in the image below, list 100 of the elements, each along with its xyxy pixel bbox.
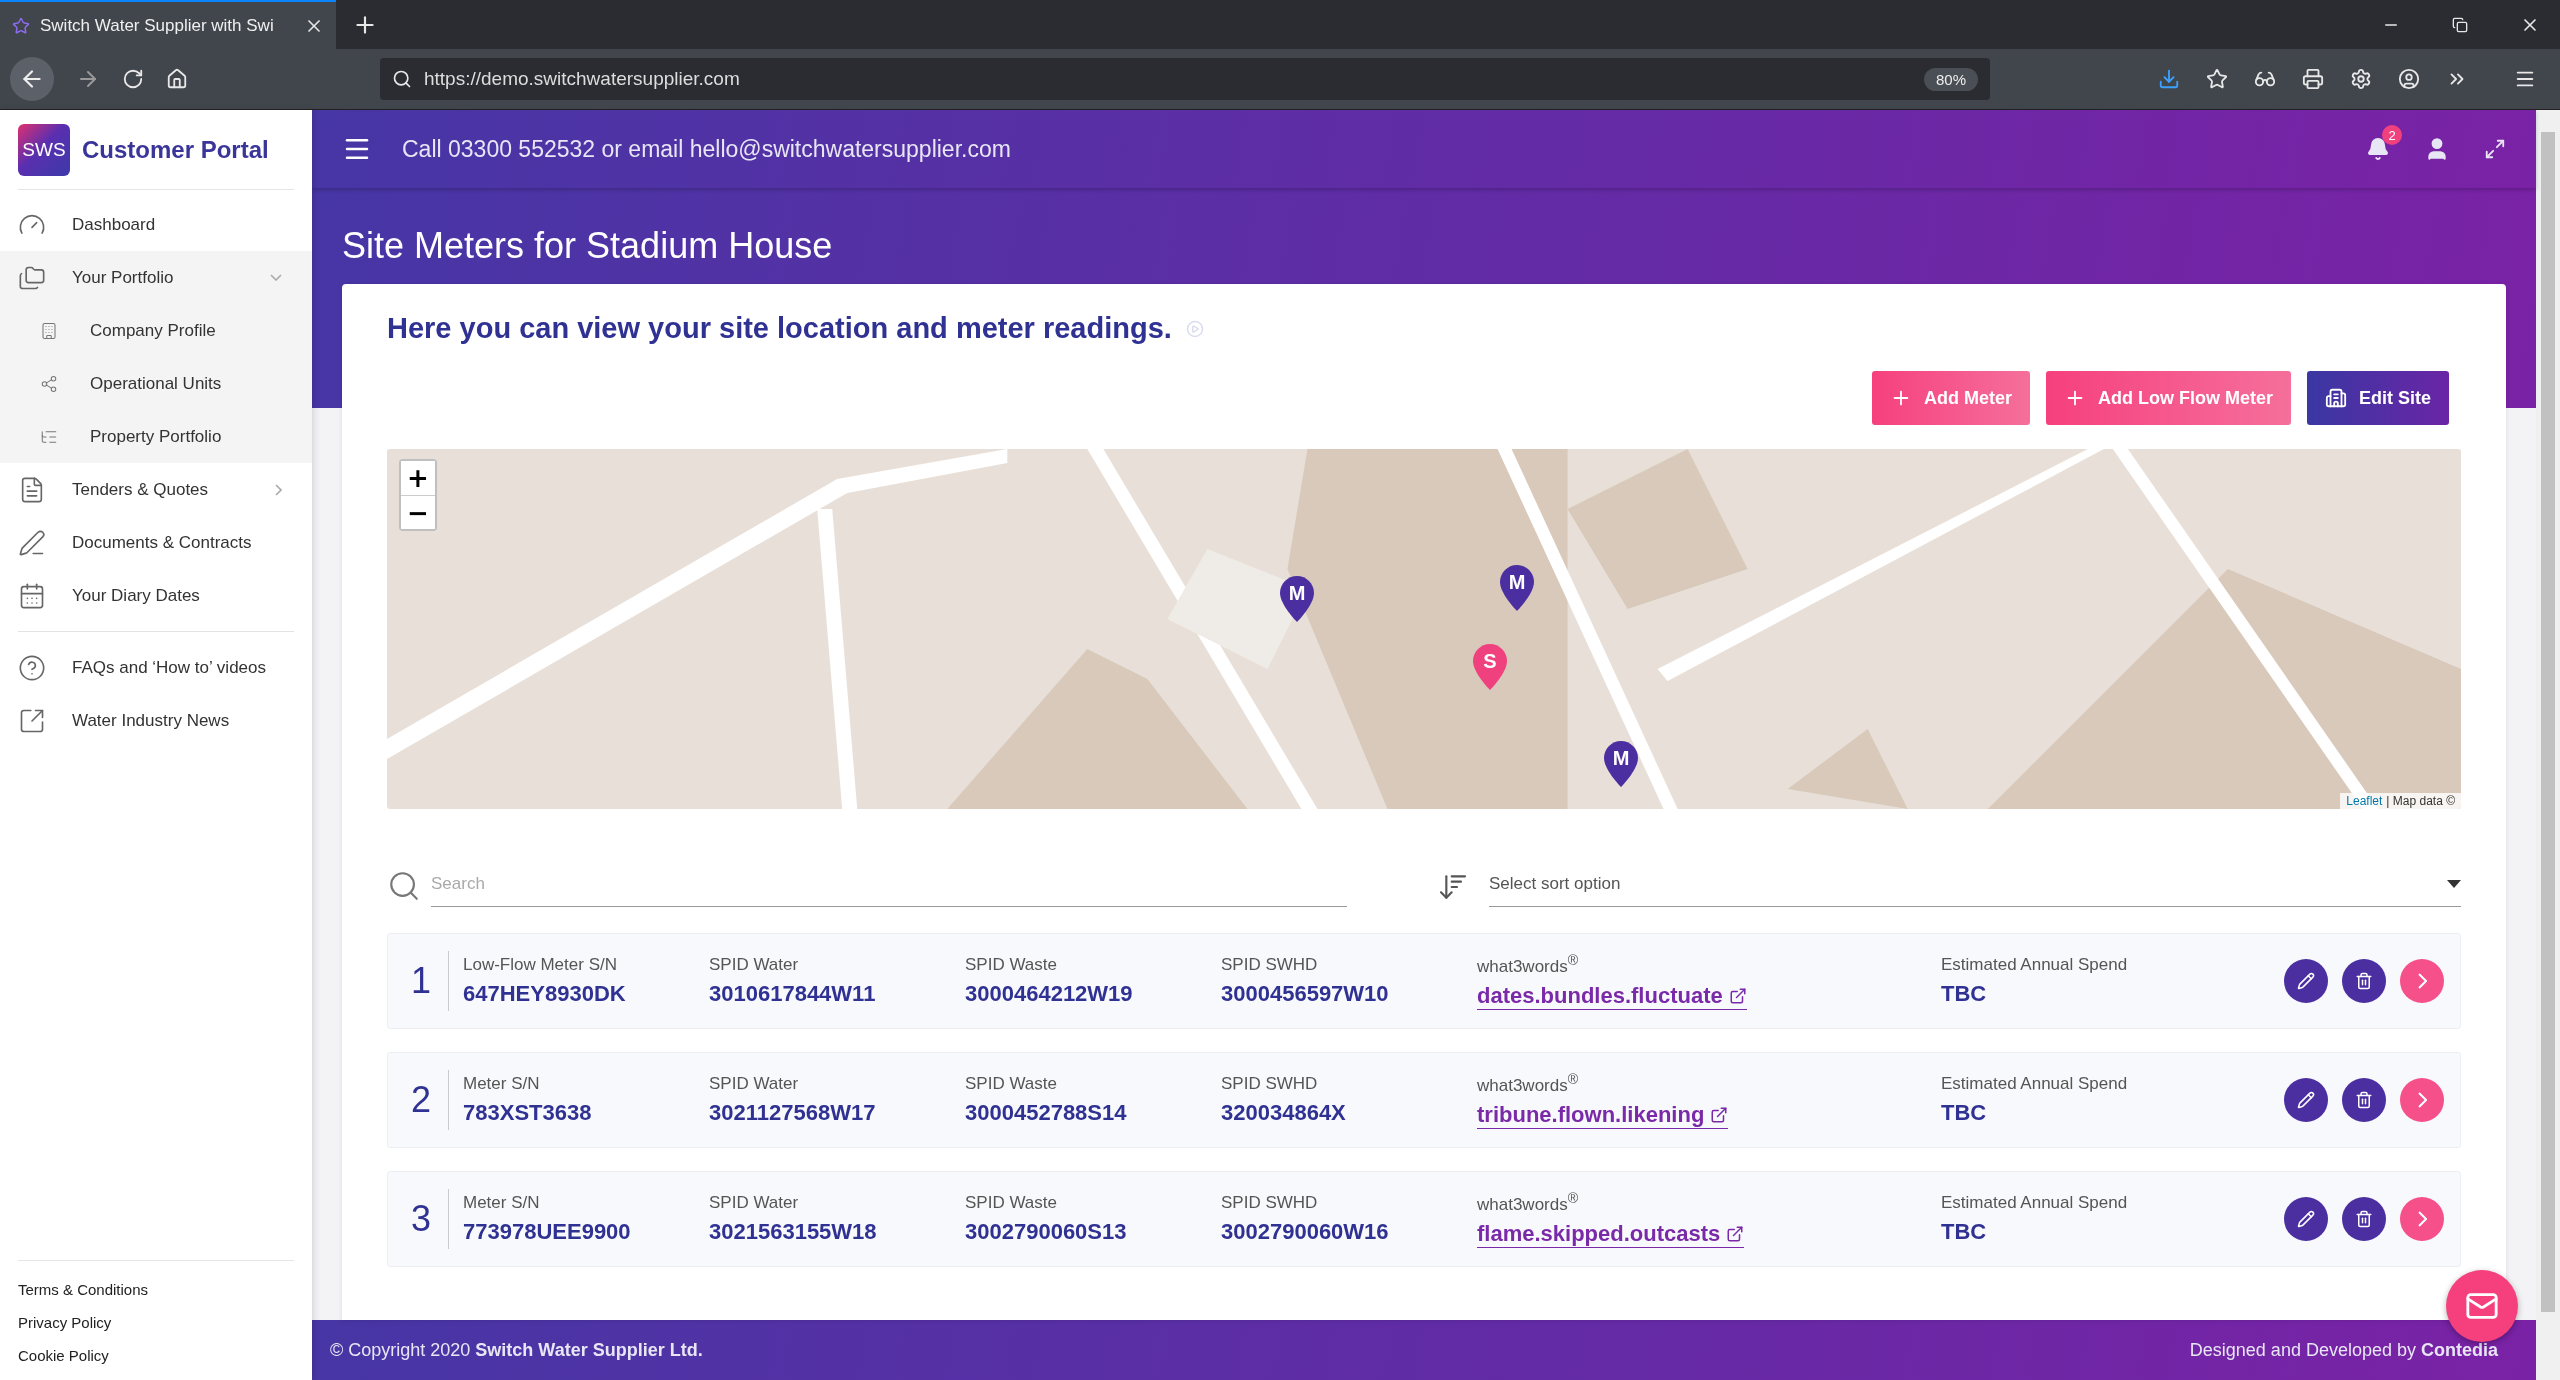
- brand-name: Customer Portal: [82, 135, 269, 164]
- field-label: what3words$^{®}$: [1477, 1071, 1579, 1096]
- map-pin[interactable]: S: [1473, 644, 1508, 691]
- sidebar-subitem[interactable]: Operational Units: [0, 357, 312, 410]
- chevron-right-icon: [2417, 1211, 2427, 1227]
- expand-icon[interactable]: [2484, 138, 2506, 160]
- notification-count: 2: [2382, 125, 2402, 145]
- sidebar-item[interactable]: Dashboard: [0, 198, 312, 251]
- field-label: Estimated Annual Spend: [1941, 1193, 2128, 1213]
- field-label: Meter S/N: [463, 1074, 540, 1094]
- trash-icon: [2355, 1210, 2373, 1228]
- url-text: https://demo.switchwatersupplier.com: [424, 68, 741, 90]
- row-number: 1: [410, 960, 432, 1002]
- field-value: 3021563155W18: [709, 1219, 877, 1245]
- attribution-link[interactable]: Leaflet: [2346, 794, 2383, 808]
- sidebar-item[interactable]: Tenders & Quotes: [0, 463, 312, 516]
- field-label: SPID SWHD: [1221, 1074, 1318, 1094]
- sidebar-item[interactable]: FAQs and ‘How to’ videos: [0, 641, 312, 694]
- row-number: 2: [410, 1079, 432, 1121]
- star-icon[interactable]: [2206, 68, 2228, 90]
- delete-button[interactable]: [2342, 959, 2386, 1003]
- home-icon[interactable]: [166, 68, 188, 90]
- field-value: TBC: [1941, 1100, 1987, 1126]
- browser-tab[interactable]: Switch Water Supplier with Swi: [0, 0, 336, 49]
- page-title: Site Meters for Stadium House: [342, 224, 834, 268]
- field-value: 320034864X: [1221, 1100, 1346, 1126]
- field-label: SPID Waste: [965, 1193, 1057, 1213]
- map-pin[interactable]: M: [1280, 575, 1315, 622]
- printer-icon[interactable]: [2302, 68, 2324, 90]
- zoom-out-button[interactable]: −: [401, 495, 435, 529]
- field-value: 647HEY8930DK: [463, 981, 626, 1007]
- field-value: TBC: [1941, 1219, 1987, 1245]
- footer-link[interactable]: Privacy Policy: [18, 1314, 294, 1331]
- field-value: 773978UEE9900: [463, 1219, 631, 1245]
- edit-button[interactable]: [2284, 1078, 2328, 1122]
- sidebar-item[interactable]: Your Diary Dates: [0, 569, 312, 622]
- search-icon: [387, 869, 421, 903]
- field-label: Meter S/N: [463, 1193, 540, 1213]
- field-label: SPID Waste: [965, 1074, 1057, 1094]
- building-icon: [2325, 387, 2347, 409]
- field-label: what3words$^{®}$: [1477, 1190, 1579, 1215]
- field-value: 3000456597W10: [1221, 981, 1389, 1007]
- what3words-link[interactable]: flame.skipped.outcasts: [1477, 1220, 1745, 1248]
- address-bar[interactable]: https://demo.switchwatersupplier.com 80%: [380, 58, 1990, 100]
- edit-button[interactable]: [2284, 1197, 2328, 1241]
- settings-icon[interactable]: [2350, 68, 2372, 90]
- back-button[interactable]: [10, 57, 54, 101]
- what3words-link[interactable]: dates.bundles.fluctuate: [1477, 982, 1747, 1010]
- restore-icon[interactable]: [2452, 16, 2468, 33]
- delete-button[interactable]: [2342, 1078, 2386, 1122]
- footer-link[interactable]: Cookie Policy: [18, 1347, 294, 1364]
- external-link-icon: [1728, 986, 1747, 1005]
- sort-select[interactable]: Select sort option: [1489, 861, 2461, 907]
- delete-button[interactable]: [2342, 1197, 2386, 1241]
- trash-icon: [2355, 1091, 2373, 1109]
- contact-text: Call 03300 552532 or email hello@switchwatersupplier.com: [402, 135, 1011, 163]
- external-link-icon: [1710, 1105, 1729, 1124]
- scrollbar[interactable]: [2541, 132, 2555, 1312]
- field-label: Estimated Annual Spend: [1941, 1074, 2128, 1094]
- field-label: Low-Flow Meter S/N: [463, 955, 617, 975]
- bell-icon[interactable]: [2366, 137, 2390, 161]
- sidebar-item[interactable]: Documents & Contracts: [0, 516, 312, 569]
- field-value: 783XST3638: [463, 1100, 592, 1126]
- pencil-icon: [2297, 1210, 2315, 1228]
- field-label: SPID Water: [709, 955, 799, 975]
- open-button[interactable]: [2400, 1078, 2444, 1122]
- credit-text: Designed and Developed by Contedia: [2189, 1339, 2498, 1361]
- what3words-link[interactable]: tribune.flown.likening: [1477, 1101, 1729, 1129]
- sidebar-subitem[interactable]: Company Profile: [0, 304, 312, 357]
- field-label: SPID Waste: [965, 955, 1057, 975]
- edit-button[interactable]: [2284, 959, 2328, 1003]
- open-button[interactable]: [2400, 1197, 2444, 1241]
- calendar-icon: [18, 581, 46, 610]
- search-field[interactable]: Search: [431, 861, 1347, 907]
- account-icon[interactable]: [2398, 68, 2420, 90]
- sidebar-item[interactable]: Water Industry News: [0, 694, 312, 747]
- download-icon[interactable]: [2158, 68, 2180, 90]
- zoom-level[interactable]: 80%: [1923, 67, 1978, 91]
- map-pin[interactable]: M: [1500, 565, 1535, 611]
- logo: SWS: [18, 123, 70, 176]
- help-icon: [18, 653, 46, 682]
- pencil-icon: [2297, 1091, 2315, 1109]
- intro-text: Here you can view your site location and meter readings.: [387, 312, 1172, 345]
- field-label: SPID Water: [709, 1074, 799, 1094]
- open-button[interactable]: [2400, 959, 2444, 1003]
- sidebar-item[interactable]: Your Portfolio: [0, 251, 312, 304]
- tab-title: Switch Water Supplier with Swi: [40, 15, 275, 36]
- chevron-right-icon: [2417, 973, 2427, 989]
- footer-link[interactable]: Terms & Conditions: [18, 1281, 294, 1298]
- field-value: 3000464212W19: [965, 981, 1133, 1007]
- map-pin[interactable]: M: [1604, 741, 1638, 788]
- field-value: 3000452788S14: [965, 1100, 1127, 1126]
- field-label: SPID SWHD: [1221, 1193, 1318, 1213]
- field-label: SPID Water: [709, 1193, 799, 1213]
- action-button[interactable]: Edit Site: [2307, 371, 2449, 425]
- pencil-icon: [2297, 972, 2315, 990]
- external-link-icon: [1726, 1224, 1745, 1243]
- network-icon: [40, 374, 58, 393]
- reload-icon[interactable]: [122, 68, 144, 90]
- sidebar-subitem[interactable]: Property Portfolio: [0, 410, 312, 463]
